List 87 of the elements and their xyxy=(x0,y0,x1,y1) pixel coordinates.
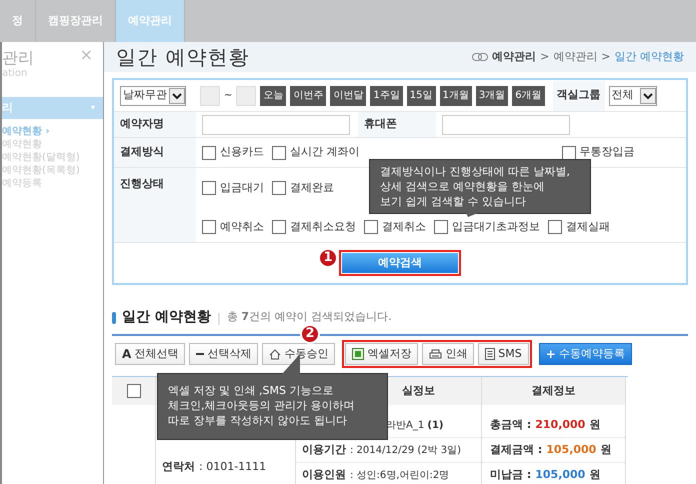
breadcrumb-link[interactable]: 예약관리 xyxy=(492,48,536,66)
sidebar-title: 관리 xyxy=(2,48,34,68)
checkbox-label: 결제완료 xyxy=(290,180,334,196)
tooltip-callout: 엑셀 저장 및 인쇄 ,SMS 기능으로 체크인,체크아웃등의 관리가 용이하며 따로 장부를 작성하지 않아도 됩니다 xyxy=(157,373,388,440)
chevron-down-icon xyxy=(169,88,185,104)
chain-icon xyxy=(472,53,488,61)
checkbox-label: 입금대기 xyxy=(220,180,264,196)
date-input[interactable] xyxy=(236,86,256,106)
field-value: : 0101-1111 xyxy=(199,458,266,475)
checkbox-label: 신용카드 xyxy=(220,144,264,160)
name-input[interactable] xyxy=(202,114,350,134)
currency-unit: 원 xyxy=(589,466,600,483)
tooltip-callout: 결제방식이나 진행상태에 따른 날짜별, 상세 검색으로 예약현황을 한눈에 보기 쉽게 검색할 수 있습니다 xyxy=(369,159,591,214)
checkbox-label: 결제취소 xyxy=(382,218,426,235)
callout-pointer xyxy=(466,213,478,217)
period-button[interactable]: 오늘 xyxy=(260,86,286,106)
field-label: 결제방식 xyxy=(114,138,196,167)
date-select[interactable]: 날짜무관 xyxy=(120,86,186,106)
range-separator: ~ xyxy=(224,89,232,103)
breadcrumb-separator: > xyxy=(601,48,610,65)
field-label: 연락처 xyxy=(162,458,195,475)
period-button[interactable]: 15일 xyxy=(406,86,436,106)
column-header: 결제정보 xyxy=(482,377,625,405)
toolbar-button[interactable]: A 전체선택 xyxy=(115,343,186,365)
field-value: 라반A_1 (1) xyxy=(386,418,444,432)
checkbox[interactable] xyxy=(548,220,562,234)
period-button[interactable]: 1주일 xyxy=(370,86,403,106)
checkbox-label: 무통장입금 xyxy=(580,144,634,160)
period-button[interactable]: 6개월 xyxy=(512,86,545,106)
house-icon xyxy=(269,348,282,360)
caret-icon: ▾ xyxy=(90,102,95,114)
checkbox[interactable] xyxy=(272,181,286,195)
checkbox[interactable] xyxy=(434,220,448,234)
page-title: 일간 예약현황 xyxy=(116,44,250,71)
checkbox[interactable] xyxy=(272,146,286,160)
checkbox[interactable] xyxy=(126,384,140,398)
field-value: : 성인:6명,어린이:2명 xyxy=(350,468,450,482)
phone-input[interactable] xyxy=(442,114,570,134)
field-label: 결제금액 : xyxy=(490,442,542,458)
checkbox-label: 실시간 계좌이 xyxy=(290,144,360,160)
field-label: 예약자명 xyxy=(114,112,196,137)
spreadsheet-icon xyxy=(352,348,364,360)
checkbox[interactable] xyxy=(202,220,216,234)
currency-unit: 원 xyxy=(600,442,612,458)
amount-value: 210,000 xyxy=(535,416,586,433)
checkbox[interactable] xyxy=(202,181,216,195)
field-label: 이용인원 xyxy=(302,466,346,483)
breadcrumb-separator: > xyxy=(540,48,550,65)
field-label: 총금액 : xyxy=(490,416,532,433)
toolbar-button[interactable]: SMS xyxy=(478,343,529,365)
checkbox[interactable] xyxy=(562,146,576,160)
checkbox-label: 입금대기초과정보 xyxy=(452,218,540,235)
field-label: 미납금 : xyxy=(490,466,532,483)
chevron-down-icon xyxy=(640,88,656,104)
checkbox-label: 예약취소 xyxy=(220,218,264,235)
field-label: 휴대폰 xyxy=(358,112,436,137)
period-button[interactable]: 이번주 xyxy=(290,86,326,106)
amount-value: 105,000 xyxy=(546,442,596,458)
result-summary: 총 7건의 예약이 검색되었습니다. xyxy=(226,309,392,326)
toolbar-button[interactable]: 엑셀저장 xyxy=(345,343,418,365)
field-value: : 2014/12/29 (2박 3일) xyxy=(350,444,462,458)
field-label: 이용기간 xyxy=(302,442,346,458)
divider-mark: | xyxy=(216,310,221,326)
section-title: 일간 예약현황 xyxy=(122,308,211,327)
checkbox-label: 결제취소요청 xyxy=(290,218,356,235)
checkbox[interactable] xyxy=(202,146,216,160)
checkbox-label: 결제실패 xyxy=(566,218,610,235)
toolbar-button[interactable]: 선택삭제 xyxy=(189,343,258,365)
currency-unit: 원 xyxy=(589,416,600,433)
room-group-label: 객실그룹 xyxy=(552,80,605,110)
period-button[interactable]: 1개월 xyxy=(440,86,472,106)
field-label: 진행상태 xyxy=(114,168,196,242)
printer-icon xyxy=(429,348,442,360)
section-marker-icon xyxy=(112,312,116,324)
toolbar-button[interactable]: 인쇄 xyxy=(422,343,474,365)
breadcrumb-link[interactable]: 예약관리 xyxy=(553,48,598,66)
period-button[interactable]: 이번달 xyxy=(330,86,366,106)
date-input[interactable] xyxy=(200,86,220,106)
step-marker: 2 xyxy=(300,324,320,344)
checkbox[interactable] xyxy=(272,220,286,234)
minus-icon xyxy=(196,353,204,355)
room-group-select[interactable]: 전체 xyxy=(608,86,657,106)
toolbar-button[interactable]: 수동승인 xyxy=(262,343,336,365)
document-icon xyxy=(485,348,496,360)
period-button[interactable]: 3개월 xyxy=(476,86,508,106)
checkbox[interactable] xyxy=(364,220,378,234)
amount-value: 105,000 xyxy=(535,466,586,483)
